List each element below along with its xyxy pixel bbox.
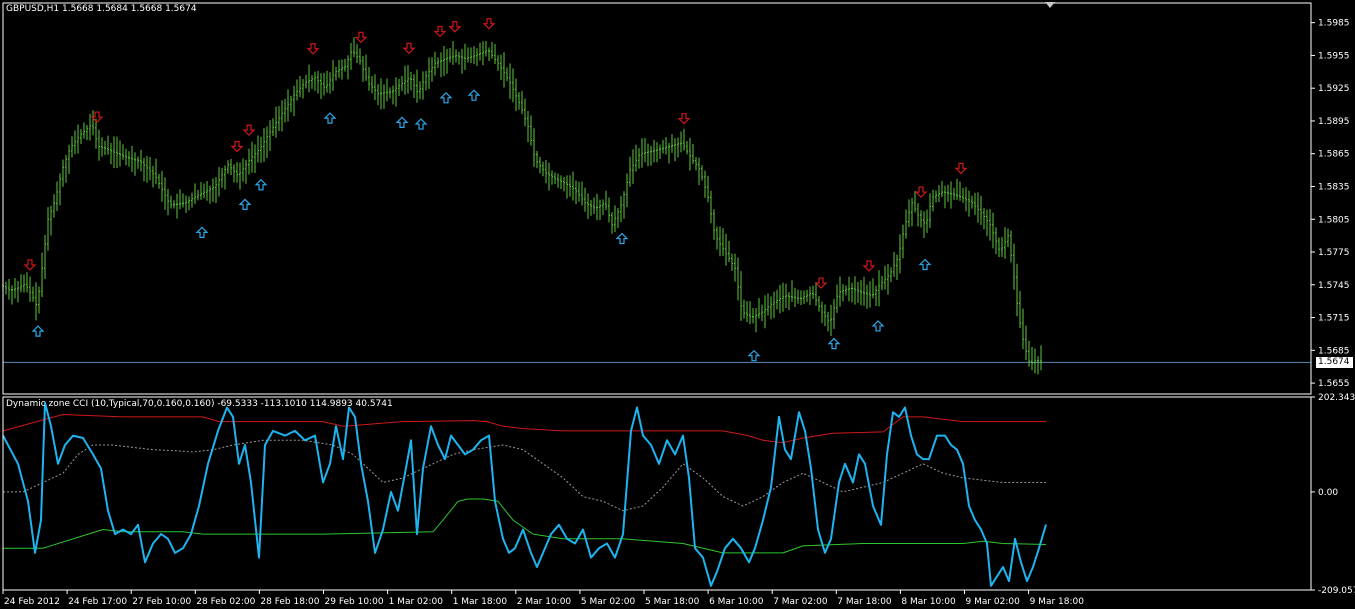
time-tick-label: 2 Mar 10:00 xyxy=(517,597,572,607)
sell-arrow-icon xyxy=(448,21,462,33)
price-tick-label: 1.5955 xyxy=(1318,51,1350,61)
sell-arrow-icon xyxy=(814,277,828,289)
buy-arrow-icon xyxy=(467,89,481,101)
price-panel-title: GBPUSD,H1 1.5668 1.5684 1.5668 1.5674 xyxy=(6,4,197,14)
buy-arrow-icon xyxy=(747,349,761,362)
price-tick-label: 1.5865 xyxy=(1318,150,1350,160)
price-tick-label: 1.5685 xyxy=(1318,346,1350,356)
price-tick-label: 1.5805 xyxy=(1318,215,1350,225)
time-tick-label: 7 Mar 18:00 xyxy=(837,597,892,607)
price-tick-label: 1.5745 xyxy=(1318,281,1350,291)
indicator-tick-label: 202.3437 xyxy=(1318,393,1355,403)
sell-arrow-icon xyxy=(482,18,496,30)
price-panel[interactable] xyxy=(2,18,1311,375)
lower-zone-line xyxy=(3,498,1047,554)
sell-arrow-icon xyxy=(862,260,876,272)
cci-line xyxy=(2,401,1047,587)
mid-zone-line xyxy=(3,439,1046,512)
time-tick-label: 7 Mar 02:00 xyxy=(773,597,828,607)
buy-arrow-icon xyxy=(238,198,252,211)
sell-arrow-icon xyxy=(954,162,968,175)
buy-arrow-icon xyxy=(439,91,453,104)
time-tick-label: 1 Mar 02:00 xyxy=(389,597,444,607)
time-tick-label: 9 Mar 02:00 xyxy=(966,597,1021,607)
sell-arrow-icon xyxy=(914,186,928,198)
buy-arrow-icon xyxy=(395,116,409,128)
sell-arrow-icon xyxy=(242,124,256,137)
time-tick-label: 24 Feb 17:00 xyxy=(68,597,127,607)
sell-arrow-icon xyxy=(306,43,320,55)
price-tick-label: 1.5895 xyxy=(1318,117,1350,127)
sell-arrow-icon xyxy=(230,140,244,153)
buy-arrow-icon xyxy=(615,232,629,245)
chart-shift-marker-icon[interactable] xyxy=(1045,2,1055,8)
time-tick-label: 27 Feb 10:00 xyxy=(132,597,191,607)
buy-arrow-icon xyxy=(195,226,209,238)
sell-arrow-icon xyxy=(354,31,368,44)
price-tick-label: 1.5835 xyxy=(1318,182,1350,192)
time-tick-label: 8 Mar 10:00 xyxy=(901,597,956,607)
price-tick-label: 1.5655 xyxy=(1318,379,1350,389)
buy-arrow-icon xyxy=(827,337,841,350)
current-price-tag: 1.5674 xyxy=(1316,357,1353,369)
time-tick-label: 6 Mar 10:00 xyxy=(709,597,764,607)
indicator-title: Dynamic zone CCI (10,Typical,70,0.160,0.… xyxy=(6,399,393,409)
sell-arrow-icon xyxy=(23,259,37,271)
price-tick-label: 1.5775 xyxy=(1318,248,1350,258)
buy-arrow-icon xyxy=(414,118,428,130)
sell-arrow-icon xyxy=(433,25,447,38)
indicator-tick-label: -209.0576 xyxy=(1318,586,1355,596)
time-tick-label: 9 Mar 18:00 xyxy=(1030,597,1085,607)
time-tick-label: 1 Mar 18:00 xyxy=(453,597,508,607)
time-tick-label: 5 Mar 18:00 xyxy=(645,597,700,607)
price-tick-label: 1.5715 xyxy=(1318,314,1350,324)
price-tick-label: 1.5985 xyxy=(1318,19,1350,29)
sell-arrow-icon xyxy=(402,42,416,55)
indicator-tick-label: 0.00 xyxy=(1318,488,1338,498)
price-tick-label: 1.5925 xyxy=(1318,84,1350,94)
buy-arrow-icon xyxy=(323,112,337,124)
buy-arrow-icon xyxy=(254,178,268,191)
indicator-panel[interactable] xyxy=(2,401,1047,587)
time-tick-label: 24 Feb 2012 xyxy=(4,597,60,607)
chart-canvas[interactable]: 1.5985 1.5955 1.5925 1.5895 1.5865 1.5835 1.58… xyxy=(0,0,1355,609)
time-tick-label: 29 Feb 10:00 xyxy=(325,597,384,607)
buy-arrow-icon xyxy=(31,325,45,337)
buy-arrow-icon xyxy=(871,320,885,332)
time-tick-label: 5 Mar 02:00 xyxy=(581,597,636,607)
sell-arrow-icon xyxy=(677,113,691,125)
time-tick-label: 28 Feb 18:00 xyxy=(260,597,319,607)
time-tick-label: 28 Feb 02:00 xyxy=(196,597,255,607)
price-panel-frame xyxy=(2,2,1312,395)
buy-arrow-icon xyxy=(918,258,932,271)
axes: 1.5985 1.5955 1.5925 1.5895 1.5865 1.5835 1.58… xyxy=(2,2,1355,607)
